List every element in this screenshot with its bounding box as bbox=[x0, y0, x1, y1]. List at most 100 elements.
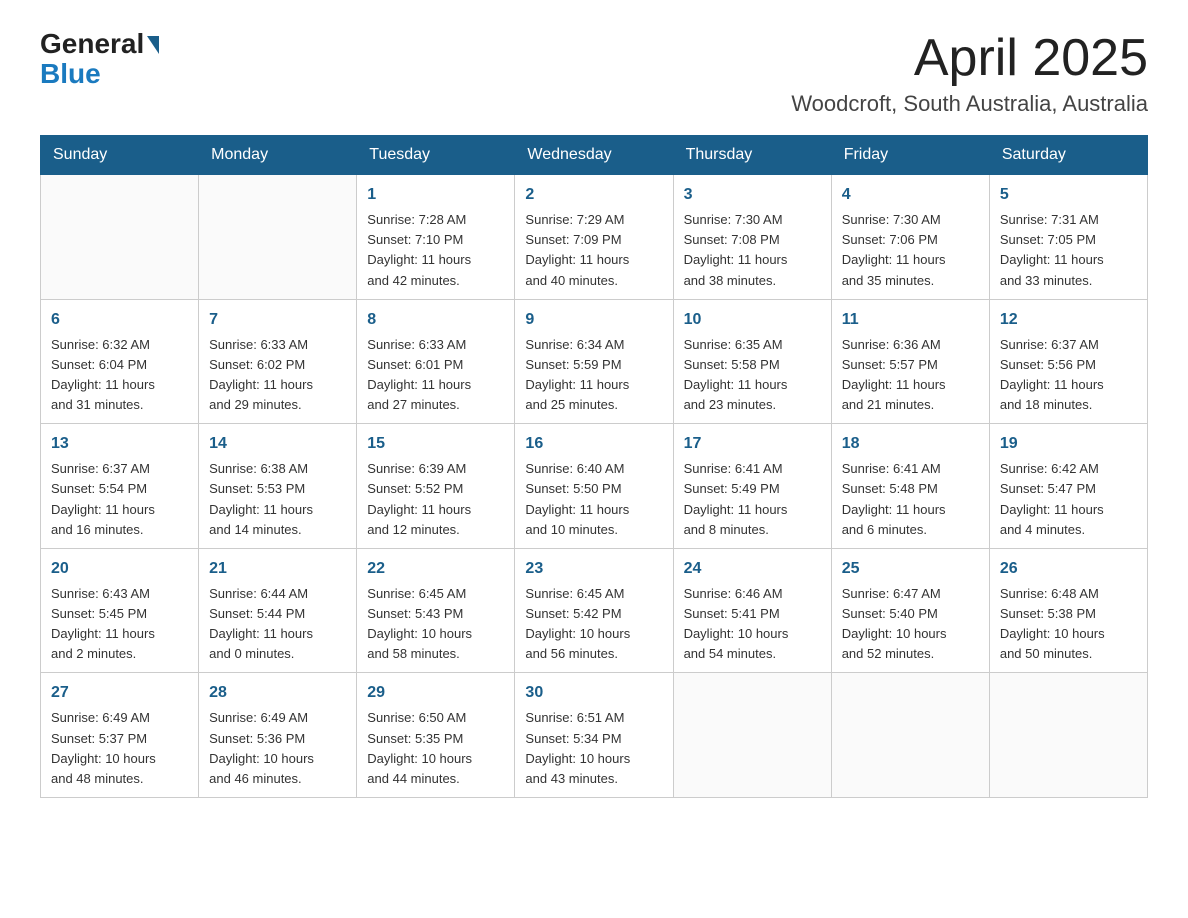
calendar-cell: 4 Sunrise: 7:30 AM Sunset: 7:06 PM Daylig… bbox=[831, 175, 989, 300]
calendar-week-row: 1 Sunrise: 7:28 AM Sunset: 7:10 PM Daylig… bbox=[41, 175, 1148, 300]
day-info: Sunrise: 7:28 AM Sunset: 7:10 PM Dayligh… bbox=[367, 210, 504, 291]
calendar-cell: 28 Sunrise: 6:49 AM Sunset: 5:36 PM Dayli… bbox=[199, 673, 357, 798]
day-number: 12 bbox=[1000, 308, 1137, 332]
calendar-week-row: 13 Sunrise: 6:37 AM Sunset: 5:54 PM Dayli… bbox=[41, 424, 1148, 549]
day-of-week-header: Wednesday bbox=[515, 136, 673, 175]
day-info: Sunrise: 7:30 AM Sunset: 7:06 PM Dayligh… bbox=[842, 210, 979, 291]
calendar-cell: 11 Sunrise: 6:36 AM Sunset: 5:57 PM Dayli… bbox=[831, 299, 989, 424]
calendar-cell: 13 Sunrise: 6:37 AM Sunset: 5:54 PM Dayli… bbox=[41, 424, 199, 549]
day-number: 1 bbox=[367, 183, 504, 207]
day-number: 9 bbox=[525, 308, 662, 332]
day-number: 27 bbox=[51, 681, 188, 705]
title-block: April 2025 Woodcroft, South Australia, A… bbox=[791, 30, 1148, 117]
calendar-cell: 6 Sunrise: 6:32 AM Sunset: 6:04 PM Daylig… bbox=[41, 299, 199, 424]
day-number: 28 bbox=[209, 681, 346, 705]
calendar-cell: 10Sunrise: 6:35 AM Sunset: 5:58 PM Dayli… bbox=[673, 299, 831, 424]
day-info: Sunrise: 6:48 AM Sunset: 5:38 PM Dayligh… bbox=[1000, 584, 1137, 665]
calendar-cell: 20 Sunrise: 6:43 AM Sunset: 5:45 PM Dayli… bbox=[41, 548, 199, 673]
logo-blue-text: Blue bbox=[40, 58, 101, 90]
day-info: Sunrise: 6:36 AM Sunset: 5:57 PM Dayligh… bbox=[842, 335, 979, 416]
day-info: Sunrise: 6:32 AM Sunset: 6:04 PM Dayligh… bbox=[51, 335, 188, 416]
calendar-table: SundayMondayTuesdayWednesdayThursdayFrid… bbox=[40, 135, 1148, 798]
day-number: 8 bbox=[367, 308, 504, 332]
calendar-cell: 26Sunrise: 6:48 AM Sunset: 5:38 PM Dayli… bbox=[989, 548, 1147, 673]
day-number: 22 bbox=[367, 557, 504, 581]
calendar-cell: 19 Sunrise: 6:42 AM Sunset: 5:47 PM Dayli… bbox=[989, 424, 1147, 549]
calendar-header-row: SundayMondayTuesdayWednesdayThursdayFrid… bbox=[41, 136, 1148, 175]
calendar-cell: 21Sunrise: 6:44 AM Sunset: 5:44 PM Dayli… bbox=[199, 548, 357, 673]
calendar-week-row: 6 Sunrise: 6:32 AM Sunset: 6:04 PM Daylig… bbox=[41, 299, 1148, 424]
day-number: 7 bbox=[209, 308, 346, 332]
day-info: Sunrise: 7:31 AM Sunset: 7:05 PM Dayligh… bbox=[1000, 210, 1137, 291]
calendar-cell: 25 Sunrise: 6:47 AM Sunset: 5:40 PM Dayli… bbox=[831, 548, 989, 673]
day-info: Sunrise: 6:37 AM Sunset: 5:54 PM Dayligh… bbox=[51, 459, 188, 540]
month-title: April 2025 bbox=[791, 30, 1148, 87]
calendar-cell: 27Sunrise: 6:49 AM Sunset: 5:37 PM Dayli… bbox=[41, 673, 199, 798]
day-info: Sunrise: 6:47 AM Sunset: 5:40 PM Dayligh… bbox=[842, 584, 979, 665]
day-number: 3 bbox=[684, 183, 821, 207]
calendar-cell: 23Sunrise: 6:45 AM Sunset: 5:42 PM Dayli… bbox=[515, 548, 673, 673]
calendar-cell: 5 Sunrise: 7:31 AM Sunset: 7:05 PM Daylig… bbox=[989, 175, 1147, 300]
logo-general-text: General bbox=[40, 30, 144, 58]
day-number: 11 bbox=[842, 308, 979, 332]
day-of-week-header: Tuesday bbox=[357, 136, 515, 175]
day-number: 21 bbox=[209, 557, 346, 581]
day-info: Sunrise: 6:49 AM Sunset: 5:36 PM Dayligh… bbox=[209, 708, 346, 789]
calendar-cell: 17Sunrise: 6:41 AM Sunset: 5:49 PM Dayli… bbox=[673, 424, 831, 549]
calendar-cell: 8 Sunrise: 6:33 AM Sunset: 6:01 PM Daylig… bbox=[357, 299, 515, 424]
calendar-cell: 2Sunrise: 7:29 AM Sunset: 7:09 PM Daylig… bbox=[515, 175, 673, 300]
day-number: 20 bbox=[51, 557, 188, 581]
calendar-cell bbox=[831, 673, 989, 798]
calendar-cell: 12 Sunrise: 6:37 AM Sunset: 5:56 PM Dayli… bbox=[989, 299, 1147, 424]
calendar-cell: 22 Sunrise: 6:45 AM Sunset: 5:43 PM Dayli… bbox=[357, 548, 515, 673]
day-number: 23 bbox=[525, 557, 662, 581]
calendar-cell: 15 Sunrise: 6:39 AM Sunset: 5:52 PM Dayli… bbox=[357, 424, 515, 549]
day-number: 13 bbox=[51, 432, 188, 456]
calendar-cell bbox=[673, 673, 831, 798]
calendar-cell: 16Sunrise: 6:40 AM Sunset: 5:50 PM Dayli… bbox=[515, 424, 673, 549]
day-number: 15 bbox=[367, 432, 504, 456]
logo: General Blue bbox=[40, 30, 159, 90]
day-number: 19 bbox=[1000, 432, 1137, 456]
day-number: 24 bbox=[684, 557, 821, 581]
calendar-cell: 3 Sunrise: 7:30 AM Sunset: 7:08 PM Daylig… bbox=[673, 175, 831, 300]
day-info: Sunrise: 6:41 AM Sunset: 5:48 PM Dayligh… bbox=[842, 459, 979, 540]
day-number: 4 bbox=[842, 183, 979, 207]
day-info: Sunrise: 6:40 AM Sunset: 5:50 PM Dayligh… bbox=[525, 459, 662, 540]
day-info: Sunrise: 6:33 AM Sunset: 6:01 PM Dayligh… bbox=[367, 335, 504, 416]
day-number: 5 bbox=[1000, 183, 1137, 207]
day-info: Sunrise: 6:50 AM Sunset: 5:35 PM Dayligh… bbox=[367, 708, 504, 789]
calendar-week-row: 20 Sunrise: 6:43 AM Sunset: 5:45 PM Dayli… bbox=[41, 548, 1148, 673]
calendar-cell: 7 Sunrise: 6:33 AM Sunset: 6:02 PM Daylig… bbox=[199, 299, 357, 424]
day-info: Sunrise: 6:39 AM Sunset: 5:52 PM Dayligh… bbox=[367, 459, 504, 540]
day-info: Sunrise: 6:33 AM Sunset: 6:02 PM Dayligh… bbox=[209, 335, 346, 416]
calendar-cell: 18Sunrise: 6:41 AM Sunset: 5:48 PM Dayli… bbox=[831, 424, 989, 549]
day-number: 6 bbox=[51, 308, 188, 332]
calendar-cell bbox=[199, 175, 357, 300]
day-number: 25 bbox=[842, 557, 979, 581]
day-of-week-header: Saturday bbox=[989, 136, 1147, 175]
day-info: Sunrise: 6:43 AM Sunset: 5:45 PM Dayligh… bbox=[51, 584, 188, 665]
day-info: Sunrise: 6:45 AM Sunset: 5:43 PM Dayligh… bbox=[367, 584, 504, 665]
calendar-cell bbox=[989, 673, 1147, 798]
day-info: Sunrise: 6:51 AM Sunset: 5:34 PM Dayligh… bbox=[525, 708, 662, 789]
page-header: General Blue April 2025 Woodcroft, South… bbox=[40, 30, 1148, 117]
day-of-week-header: Friday bbox=[831, 136, 989, 175]
calendar-week-row: 27Sunrise: 6:49 AM Sunset: 5:37 PM Dayli… bbox=[41, 673, 1148, 798]
logo-arrow-icon bbox=[147, 36, 159, 54]
day-number: 2 bbox=[525, 183, 662, 207]
day-info: Sunrise: 6:42 AM Sunset: 5:47 PM Dayligh… bbox=[1000, 459, 1137, 540]
day-info: Sunrise: 7:30 AM Sunset: 7:08 PM Dayligh… bbox=[684, 210, 821, 291]
calendar-cell: 29Sunrise: 6:50 AM Sunset: 5:35 PM Dayli… bbox=[357, 673, 515, 798]
day-info: Sunrise: 6:37 AM Sunset: 5:56 PM Dayligh… bbox=[1000, 335, 1137, 416]
day-info: Sunrise: 6:38 AM Sunset: 5:53 PM Dayligh… bbox=[209, 459, 346, 540]
day-of-week-header: Monday bbox=[199, 136, 357, 175]
day-number: 30 bbox=[525, 681, 662, 705]
calendar-cell: 14 Sunrise: 6:38 AM Sunset: 5:53 PM Dayli… bbox=[199, 424, 357, 549]
day-info: Sunrise: 6:34 AM Sunset: 5:59 PM Dayligh… bbox=[525, 335, 662, 416]
calendar-cell: 1 Sunrise: 7:28 AM Sunset: 7:10 PM Daylig… bbox=[357, 175, 515, 300]
day-of-week-header: Thursday bbox=[673, 136, 831, 175]
calendar-cell: 24Sunrise: 6:46 AM Sunset: 5:41 PM Dayli… bbox=[673, 548, 831, 673]
day-of-week-header: Sunday bbox=[41, 136, 199, 175]
day-number: 14 bbox=[209, 432, 346, 456]
